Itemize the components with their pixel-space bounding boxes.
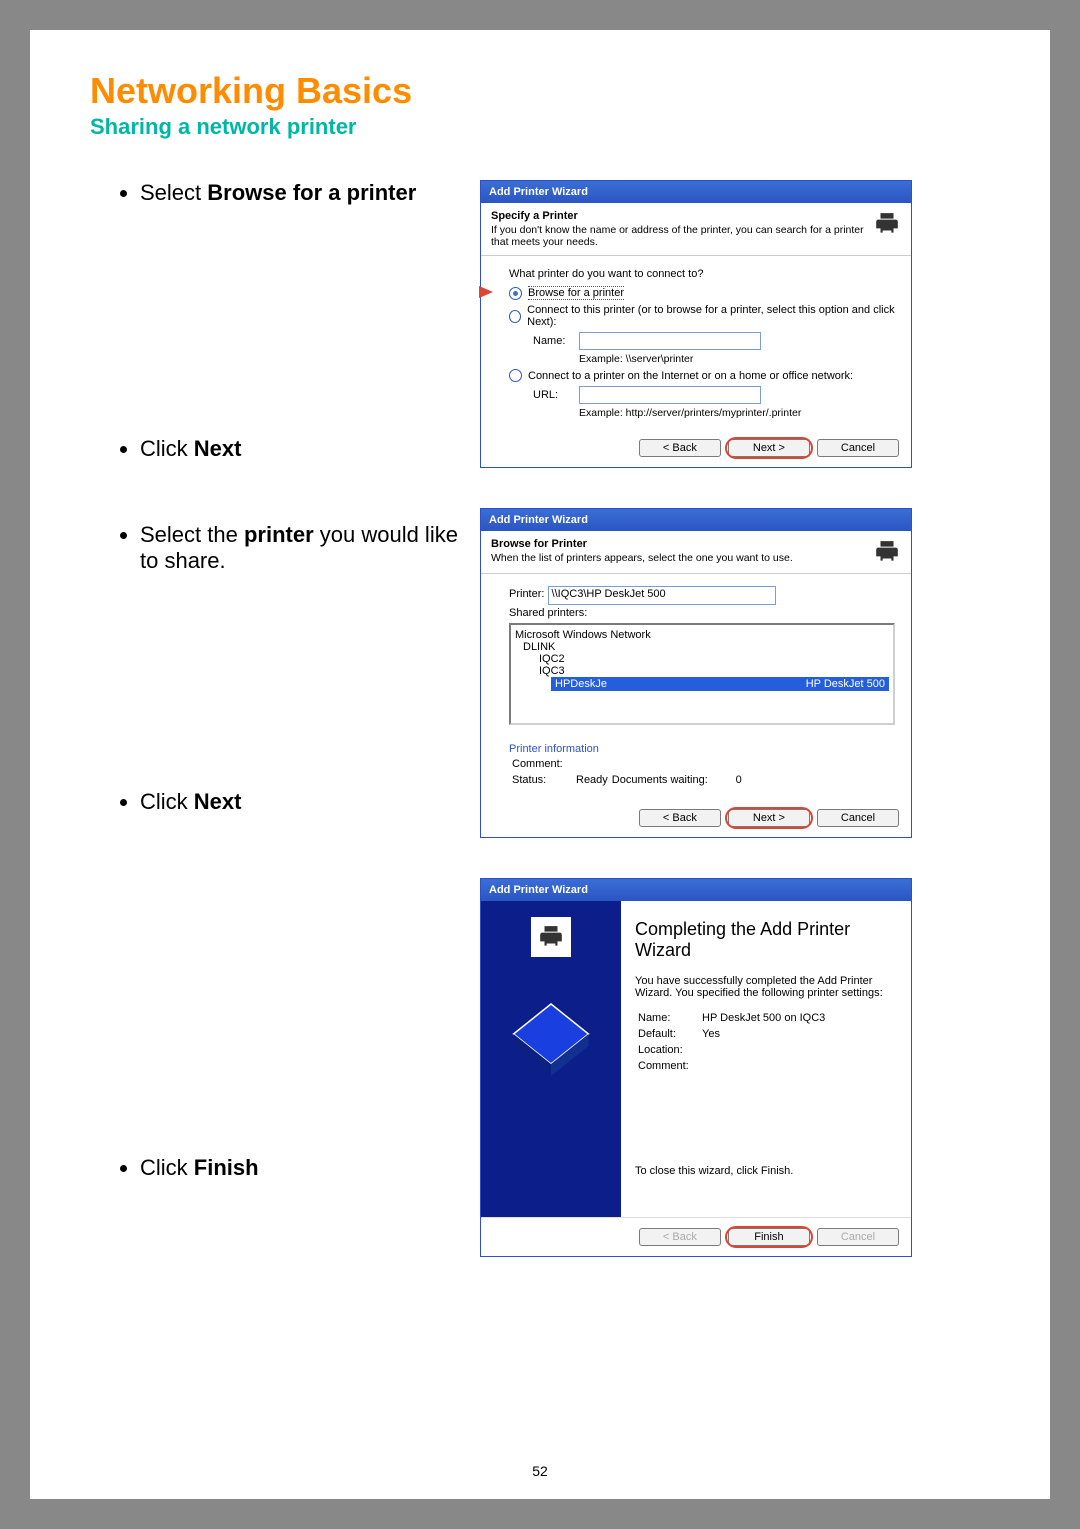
instructions-column: Select Browse for a printer Click Next S… [90,180,460,1211]
radio-connect-label: Connect to this printer (or to browse fo… [527,304,895,328]
shared-printers-tree[interactable]: Microsoft Windows Network DLINK IQC2 IQC… [509,623,895,725]
back-button[interactable]: < Back [639,439,721,457]
url-example: Example: http://server/printers/myprinte… [579,407,895,419]
printer-icon [531,917,571,957]
instruction-1: Select Browse for a printer [140,180,460,206]
instruction-2: Click Next [140,436,460,462]
printer-info-title: Printer information [509,743,895,755]
status-value: Ready [575,773,609,787]
close-instruction: To close this wizard, click Finish. [635,1165,897,1177]
cancel-button[interactable]: Cancel [817,439,899,457]
url-input[interactable] [579,386,761,404]
back-button: < Back [639,1228,721,1246]
cancel-button: Cancel [817,1228,899,1246]
wizard-question: What printer do you want to connect to? [509,268,895,280]
wizard-subheading: When the list of printers appears, selec… [491,552,865,564]
instruction-3: Select the printer you would like to sha… [140,522,460,574]
tree-node-root[interactable]: Microsoft Windows Network [515,629,889,641]
complete-heading: Completing the Add Printer Wizard [635,919,897,961]
radio-browse-label: Browse for a printer [528,286,624,300]
radio-browse[interactable] [509,287,522,300]
tree-node-dlink[interactable]: DLINK [515,641,889,653]
printer-large-icon [506,989,596,1079]
default-label: Default: [637,1027,699,1041]
page-subtitle: Sharing a network printer [90,114,990,140]
tree-node-iqc3[interactable]: IQC3 [515,665,889,677]
tree-node-selected[interactable]: HPDeskJe HP DeskJet 500 [551,677,889,691]
status-label: Status: [511,773,573,787]
window-title: Add Printer Wizard [481,181,911,203]
page-title: Networking Basics [90,70,990,112]
documents-waiting-value: 0 [711,773,743,787]
wizard-subheading: If you don't know the name or address of… [491,224,865,248]
radio-connect[interactable] [509,310,521,323]
comment-label: Comment: [637,1059,699,1073]
documents-waiting-label: Documents waiting: [611,773,709,787]
comment-label: Comment: [511,757,573,771]
name-value: HP DeskJet 500 on IQC3 [701,1011,826,1025]
tree-node-iqc2[interactable]: IQC2 [515,653,889,665]
shared-printers-label: Shared printers: [509,607,895,619]
finish-button[interactable]: Finish [728,1228,810,1246]
callout-arrow-icon [479,286,493,298]
instruction-4: Click Next [140,789,460,815]
wizard-heading: Browse for Printer [491,538,865,550]
name-input[interactable] [579,332,761,350]
cancel-button[interactable]: Cancel [817,809,899,827]
wizard-complete: Add Printer Wizard Completing the [480,878,912,1257]
name-example: Example: \\server\printer [579,353,895,365]
printer-field[interactable]: \\IQC3\HP DeskJet 500 [548,586,776,605]
instruction-5: Click Finish [140,1155,460,1181]
document-page: Networking Basics Sharing a network prin… [30,30,1050,1499]
default-value: Yes [701,1027,826,1041]
next-button[interactable]: Next > [728,439,810,457]
page-number: 52 [30,1463,1050,1479]
url-label: URL: [533,389,573,401]
name-label: Name: [533,335,573,347]
window-title: Add Printer Wizard [481,879,911,901]
wizard-specify-printer: Add Printer Wizard Specify a Printer If … [480,180,912,468]
next-button[interactable]: Next > [728,809,810,827]
radio-internet-label: Connect to a printer on the Internet or … [528,370,853,382]
wizard-heading: Specify a Printer [491,210,865,222]
location-label: Location: [637,1043,699,1057]
printer-field-label: Printer: [509,588,544,600]
printer-icon [873,210,901,238]
wizard-side-graphic [481,901,621,1217]
wizard-browse-printer: Add Printer Wizard Browse for Printer Wh… [480,508,912,838]
window-title: Add Printer Wizard [481,509,911,531]
printer-icon [873,538,901,566]
radio-internet[interactable] [509,369,522,382]
screenshots-column: Add Printer Wizard Specify a Printer If … [480,180,990,1297]
name-label: Name: [637,1011,699,1025]
back-button[interactable]: < Back [639,809,721,827]
complete-message: You have successfully completed the Add … [635,975,897,999]
